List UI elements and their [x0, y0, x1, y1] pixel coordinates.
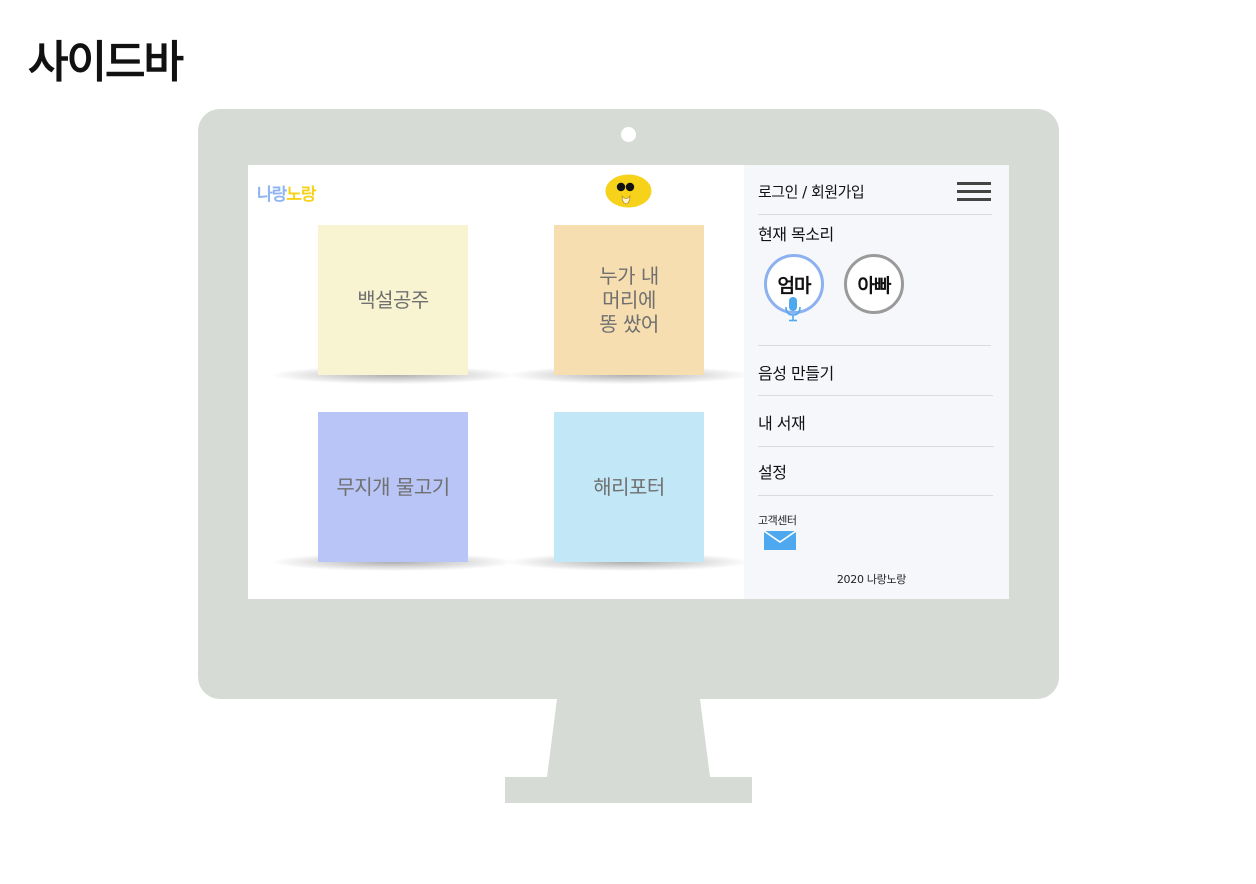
sidebar-divider: [758, 495, 993, 496]
customer-support-label: 고객센터: [758, 514, 797, 527]
book-card-mole-story[interactable]: 누가 내 머리에 똥 쌌어: [554, 225, 704, 375]
mascot-face-icon: [605, 174, 652, 208]
sidebar-divider: [758, 446, 994, 447]
sidebar: 로그인 / 회원가입 현재 목소리 엄마 아빠 음성 만들기 내 서재 설정 고…: [744, 165, 1009, 599]
footer-copyright: 2020 나랑노랑: [836, 573, 907, 586]
voice-option-dad[interactable]: 아빠: [844, 254, 904, 314]
mail-icon[interactable]: [764, 531, 796, 550]
menu-item-settings[interactable]: 설정: [758, 459, 787, 483]
book-card-rainbow-fish[interactable]: 무지개 물고기: [318, 412, 468, 562]
login-signup-link[interactable]: 로그인 / 회원가입: [758, 181, 865, 202]
book-card-harry-potter[interactable]: 해리포터: [554, 412, 704, 562]
menu-item-create-voice[interactable]: 음성 만들기: [758, 360, 834, 384]
sidebar-divider: [758, 345, 991, 346]
book-card-snow-white[interactable]: 백설공주: [318, 225, 468, 375]
logo-text-part2: 노랑: [286, 185, 316, 205]
microphone-icon: [785, 297, 801, 322]
app-screen: 나랑노랑 백설공주 누가 내 머리에 똥 쌌어 무지개 물고기 해리포터 로그인…: [248, 165, 1009, 599]
page-title: 사이드바: [28, 37, 184, 88]
logo-text-part1: 나랑: [257, 185, 287, 205]
camera-dot: [621, 127, 636, 142]
sidebar-divider: [758, 214, 992, 215]
book-grid-area: 나랑노랑 백설공주 누가 내 머리에 똥 쌌어 무지개 물고기 해리포터: [248, 165, 749, 599]
app-logo[interactable]: 나랑노랑: [257, 180, 317, 205]
hamburger-icon[interactable]: [957, 182, 991, 201]
monitor-stand-neck: [547, 699, 710, 777]
menu-item-my-library[interactable]: 내 서재: [758, 410, 806, 434]
sidebar-divider: [758, 395, 993, 396]
current-voice-heading: 현재 목소리: [758, 225, 834, 244]
monitor-stand-base: [505, 777, 752, 803]
